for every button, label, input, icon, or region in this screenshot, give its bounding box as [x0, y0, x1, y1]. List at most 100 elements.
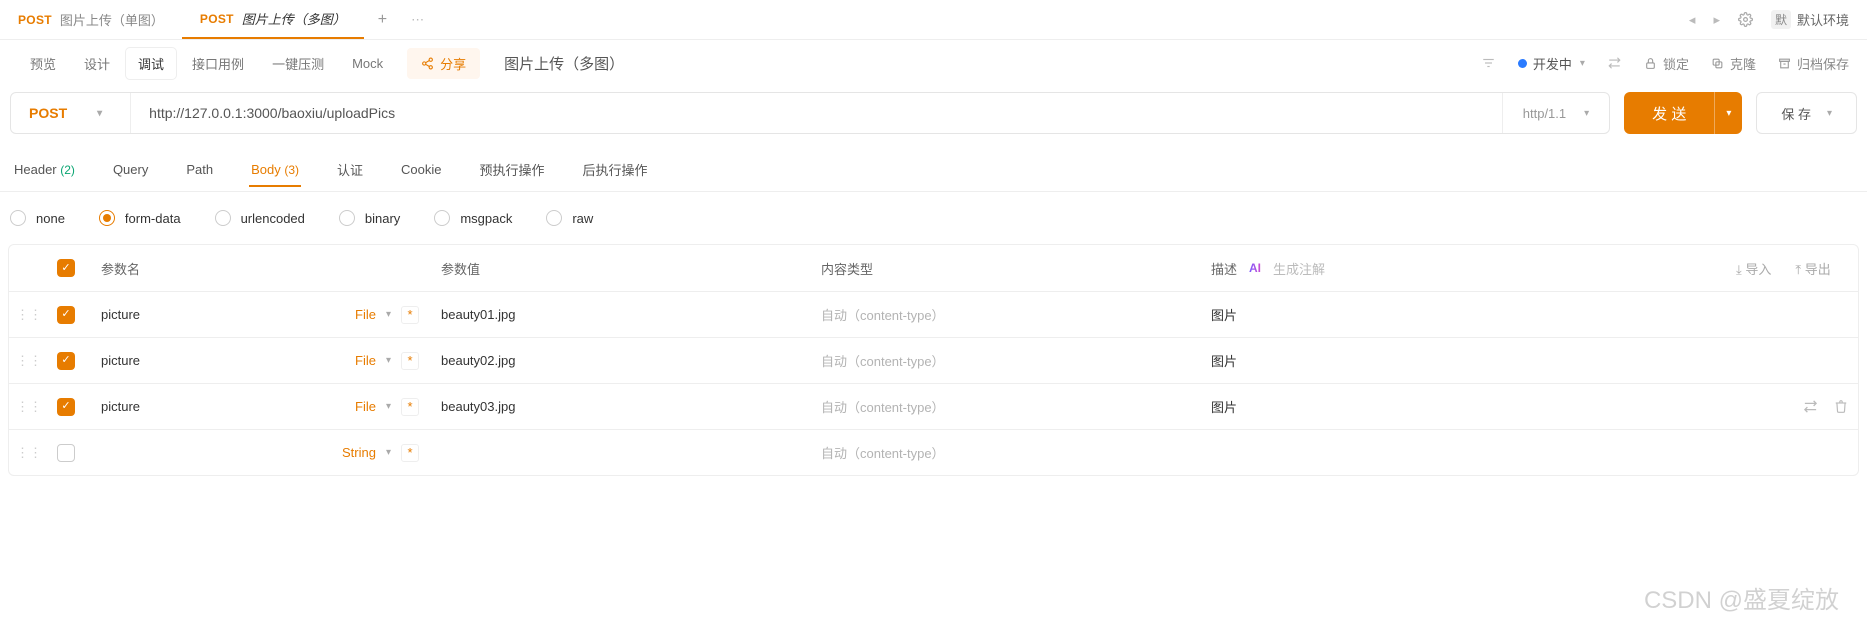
- param-value[interactable]: beauty02.jpg: [433, 353, 813, 368]
- editor-tabs: POST 图片上传（单图） POST 图片上传（多图） + ⋯ ◂ ▸ 默 默认…: [0, 0, 1867, 40]
- table-header-row: ✓ 参数名 参数值 内容类型 描述 AI 生成注解 ⤓ 导入 ⤒ 导出: [9, 245, 1858, 291]
- tab-more-button[interactable]: ⋯: [401, 12, 434, 28]
- protocol-selector[interactable]: http/1.1 ▾: [1502, 93, 1609, 133]
- protocol-label: http/1.1: [1523, 106, 1566, 121]
- select-all-checkbox[interactable]: ✓: [57, 259, 75, 277]
- subtab-auth[interactable]: 认证: [335, 150, 365, 189]
- radio-urlencoded[interactable]: urlencoded: [215, 210, 305, 226]
- environment-selector[interactable]: 默 默认环境: [1771, 10, 1849, 29]
- content-type-input[interactable]: 自动（content-type）: [813, 305, 1203, 324]
- clone-button[interactable]: 克隆: [1711, 54, 1756, 73]
- toolbar-debug[interactable]: 调试: [126, 48, 176, 79]
- toolbar-design[interactable]: 设计: [72, 48, 122, 79]
- tab-next-icon[interactable]: ▸: [1713, 12, 1720, 28]
- subtab-path[interactable]: Path: [184, 152, 215, 187]
- tab-label: 图片上传（单图）: [60, 10, 164, 29]
- radio-msgpack[interactable]: msgpack: [434, 210, 512, 226]
- tab-prev-icon[interactable]: ◂: [1689, 12, 1696, 28]
- settings-icon[interactable]: [1738, 12, 1753, 27]
- col-desc: 描述: [1211, 259, 1237, 278]
- tab-upload-multi[interactable]: POST 图片上传（多图）: [182, 0, 364, 39]
- send-dropdown[interactable]: ▾: [1714, 92, 1742, 134]
- required-star-icon[interactable]: *: [401, 444, 419, 462]
- chevron-down-icon: ▾: [386, 309, 391, 320]
- tab-method: POST: [200, 12, 234, 26]
- content-type-input[interactable]: 自动（content-type）: [813, 351, 1203, 370]
- drag-handle-icon[interactable]: ⋮⋮: [9, 307, 49, 323]
- method-selector[interactable]: POST ▾: [11, 93, 131, 133]
- delete-icon[interactable]: [1834, 399, 1848, 414]
- radio-form-data[interactable]: form-data: [99, 210, 181, 226]
- param-value[interactable]: beauty01.jpg: [433, 307, 813, 322]
- param-desc[interactable]: 图片: [1203, 305, 1728, 324]
- sync-icon[interactable]: [1803, 399, 1818, 414]
- content-type-input[interactable]: 自动（content-type）: [813, 397, 1203, 416]
- type-selector[interactable]: File ▾ *: [355, 352, 419, 370]
- radio-none[interactable]: none: [10, 210, 65, 226]
- table-row: ⋮⋮ ✓ picture File ▾ * beauty03.jpg 自动（co…: [9, 383, 1858, 429]
- tab-upload-single[interactable]: POST 图片上传（单图）: [0, 0, 182, 39]
- status-selector[interactable]: 开发中 ▾: [1518, 54, 1585, 73]
- subtab-body[interactable]: Body (3): [249, 152, 301, 187]
- type-selector[interactable]: String ▾ *: [342, 444, 419, 462]
- toolbar-preview[interactable]: 预览: [18, 48, 68, 79]
- tab-add-button[interactable]: +: [364, 11, 401, 29]
- chevron-down-icon: ▾: [1584, 108, 1589, 119]
- content-type-input[interactable]: 自动（content-type）: [813, 443, 1203, 462]
- send-label: 发 送: [1624, 92, 1714, 134]
- subtab-header[interactable]: Header (2): [12, 152, 77, 187]
- subtab-post[interactable]: 后执行操作: [581, 150, 650, 189]
- required-star-icon[interactable]: *: [401, 352, 419, 370]
- toolbar-mock[interactable]: Mock: [340, 50, 395, 77]
- toolbar-loadtest[interactable]: 一键压测: [260, 48, 336, 79]
- chevron-down-icon: ▾: [386, 355, 391, 366]
- save-button[interactable]: 保 存 ▾: [1756, 92, 1857, 134]
- send-button[interactable]: 发 送 ▾: [1624, 92, 1742, 134]
- share-button[interactable]: 分享: [407, 48, 480, 79]
- row-checkbox[interactable]: ✓: [57, 306, 75, 324]
- drag-handle-icon[interactable]: ⋮⋮: [9, 353, 49, 369]
- export-button[interactable]: ⤒ 导出: [1795, 259, 1830, 278]
- chevron-down-icon: ▾: [1827, 108, 1832, 119]
- type-selector[interactable]: File ▾ *: [355, 398, 419, 416]
- param-name[interactable]: picture: [101, 307, 140, 322]
- param-value[interactable]: beauty03.jpg: [433, 399, 813, 414]
- required-star-icon[interactable]: *: [401, 398, 419, 416]
- status-label: 开发中: [1533, 54, 1572, 73]
- lock-icon: [1644, 57, 1657, 70]
- table-row: ⋮⋮ ✓ String ▾ * 自动（content-type）: [9, 429, 1858, 475]
- param-name[interactable]: picture: [101, 399, 140, 414]
- lock-label: 锁定: [1663, 54, 1689, 73]
- radio-raw[interactable]: raw: [546, 210, 593, 226]
- col-name: 参数名: [93, 259, 433, 278]
- archive-button[interactable]: 归档保存: [1778, 54, 1849, 73]
- drag-handle-icon[interactable]: ⋮⋮: [9, 445, 49, 461]
- transfer-icon[interactable]: [1607, 56, 1622, 70]
- param-name[interactable]: picture: [101, 353, 140, 368]
- status-dot-icon: [1518, 59, 1527, 68]
- subtab-cookie[interactable]: Cookie: [399, 152, 443, 187]
- tab-method: POST: [18, 13, 52, 27]
- import-button[interactable]: ⤓ 导入: [1736, 259, 1771, 278]
- type-label: String: [342, 445, 376, 460]
- env-badge: 默: [1771, 10, 1791, 29]
- type-label: File: [355, 353, 376, 368]
- type-selector[interactable]: File ▾ *: [355, 306, 419, 324]
- gen-anno-button[interactable]: 生成注解: [1273, 259, 1325, 278]
- row-checkbox[interactable]: ✓: [57, 352, 75, 370]
- drag-handle-icon[interactable]: ⋮⋮: [9, 399, 49, 415]
- toolbar-cases[interactable]: 接口用例: [180, 48, 256, 79]
- filter-icon[interactable]: [1481, 56, 1496, 70]
- chevron-down-icon: ▾: [386, 447, 391, 458]
- chevron-down-icon: ▾: [386, 401, 391, 412]
- param-desc[interactable]: 图片: [1203, 351, 1728, 370]
- required-star-icon[interactable]: *: [401, 306, 419, 324]
- param-desc[interactable]: 图片: [1203, 397, 1728, 416]
- lock-button[interactable]: 锁定: [1644, 54, 1689, 73]
- row-checkbox[interactable]: ✓: [57, 398, 75, 416]
- url-input[interactable]: [131, 105, 1502, 121]
- subtab-pre[interactable]: 预执行操作: [478, 150, 547, 189]
- subtab-query[interactable]: Query: [111, 152, 150, 187]
- radio-binary[interactable]: binary: [339, 210, 400, 226]
- row-checkbox[interactable]: ✓: [57, 444, 75, 462]
